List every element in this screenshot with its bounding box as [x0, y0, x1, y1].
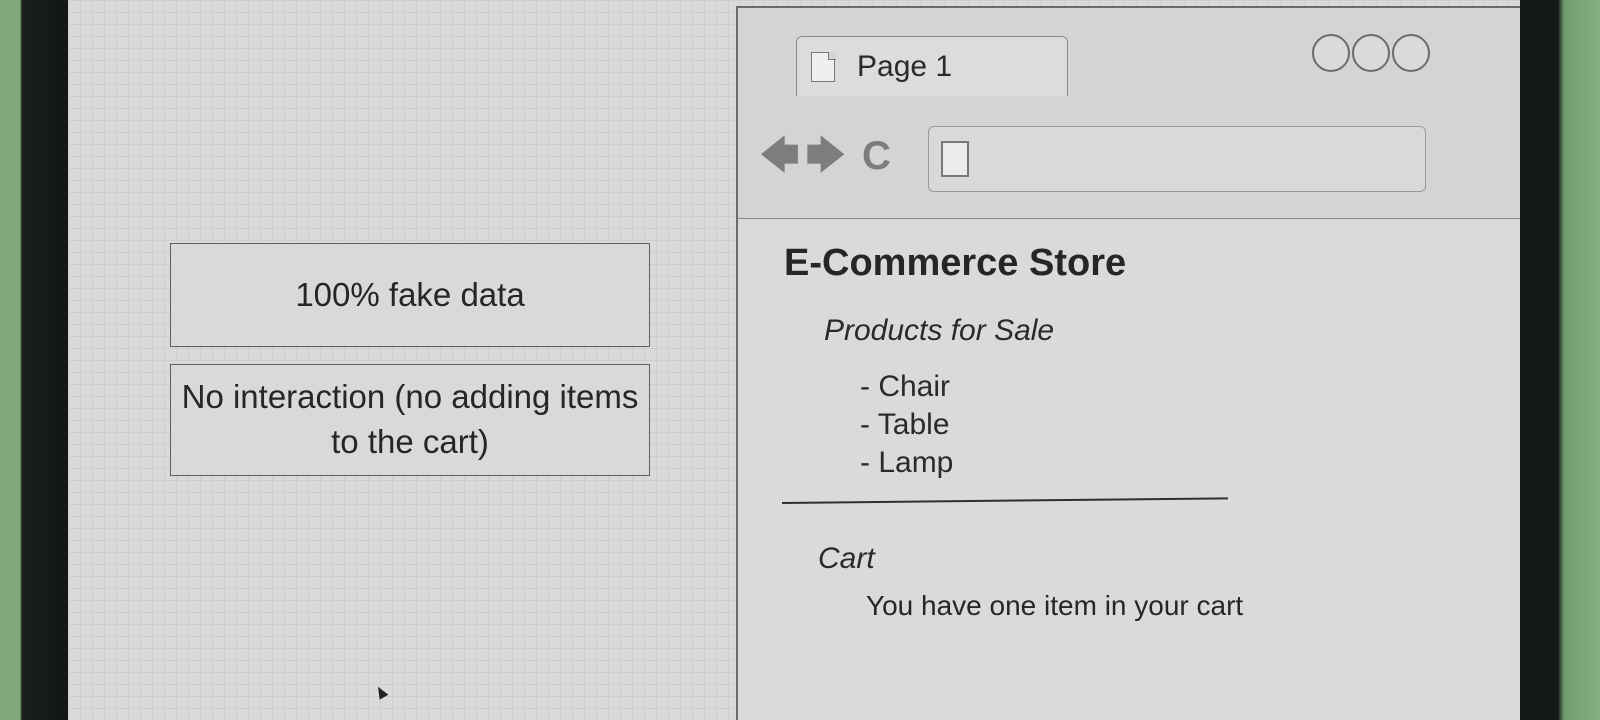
annotation-note-fake-data: 100% fake data	[170, 243, 650, 347]
browser-window-mockup: Page 1 🡄 🡆 C E-Commerce Store Products f…	[736, 6, 1520, 720]
monitor-bezel-right	[1520, 0, 1600, 720]
window-controls	[1312, 34, 1430, 72]
annotation-note-no-interaction: No interaction (no adding items to the c…	[170, 364, 650, 476]
annotation-note-text: 100% fake data	[295, 275, 525, 313]
document-icon	[811, 51, 836, 82]
back-arrow-icon[interactable]: 🡄	[760, 136, 799, 176]
tab-label: Page 1	[857, 50, 953, 83]
products-heading: Products for Sale	[824, 314, 1055, 347]
product-item: - Table	[860, 408, 950, 441]
cart-message: You have one item in your cart	[866, 590, 1244, 621]
window-control-circle-icon[interactable]	[1312, 34, 1350, 72]
mouse-cursor-icon	[373, 684, 389, 700]
window-control-circle-icon[interactable]	[1352, 34, 1390, 72]
address-bar[interactable]	[928, 126, 1426, 192]
window-control-circle-icon[interactable]	[1392, 34, 1430, 72]
annotation-note-text: No interaction (no adding items to the c…	[181, 378, 639, 460]
page-title: E-Commerce Store	[784, 242, 1127, 284]
product-item: - Lamp	[860, 446, 954, 479]
monitor-bezel-left	[0, 0, 68, 720]
reload-icon[interactable]: C	[862, 136, 891, 176]
browser-nav-bar: 🡄 🡆 C	[738, 96, 1520, 219]
section-divider	[781, 497, 1228, 504]
browser-tab-bar: Page 1	[738, 8, 1520, 97]
document-icon	[941, 141, 969, 177]
browser-tab[interactable]: Page 1	[796, 36, 1068, 97]
wireframe-canvas: 100% fake data No interaction (no adding…	[68, 0, 1520, 720]
cart-heading: Cart	[818, 542, 875, 575]
product-item: - Chair	[860, 370, 951, 403]
forward-arrow-icon[interactable]: 🡆	[806, 136, 845, 176]
product-list: - Chair - Table - Lamp	[860, 368, 953, 482]
